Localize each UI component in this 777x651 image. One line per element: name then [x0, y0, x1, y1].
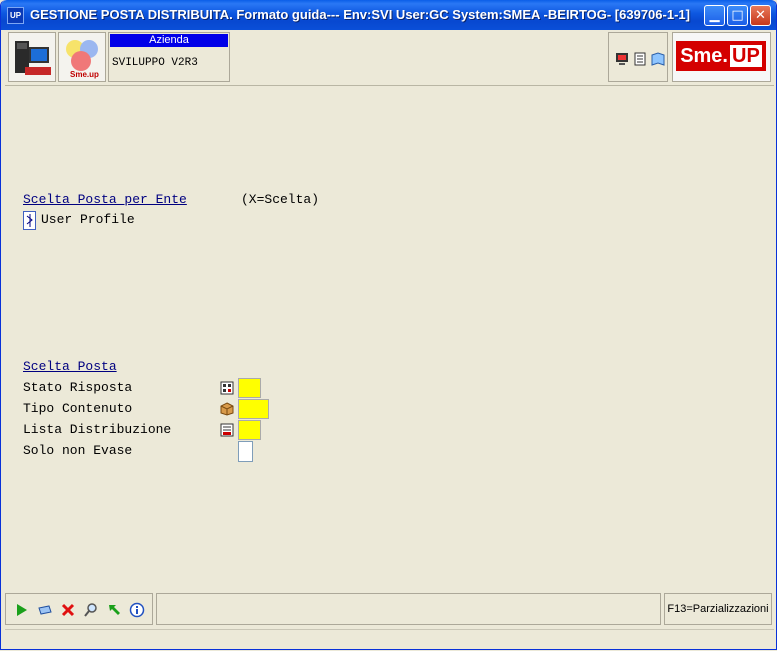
- brand-right: UP: [730, 45, 762, 67]
- list-icon[interactable]: [220, 423, 234, 437]
- top-toolbar: Sme.up Azienda SVILUPPO V2R3 Sme. UP: [5, 31, 774, 86]
- azienda-value: SVILUPPO V2R3: [112, 57, 198, 69]
- solo-non-evase-label: Solo non Evase: [23, 443, 133, 458]
- bottom-bar: [5, 629, 774, 646]
- section-title-ente: Scelta Posta per Ente: [23, 192, 187, 207]
- section-title-posta: Scelta Posta: [23, 359, 117, 374]
- play-icon[interactable]: [14, 602, 30, 618]
- status-message-area: [156, 593, 661, 625]
- azienda-label: Azienda: [110, 34, 228, 47]
- brand-left: Sme.: [680, 45, 728, 67]
- smeup-logo: Sme. UP: [676, 41, 766, 71]
- window-title: GESTIONE POSTA DISTRIBUITA. Formato guid…: [30, 7, 690, 22]
- stato-risposta-field[interactable]: [238, 378, 261, 398]
- logo-small-text: Sme.up: [70, 70, 99, 79]
- application-window: UP GESTIONE POSTA DISTRIBUITA. Formato g…: [0, 0, 777, 650]
- back-arrow-icon[interactable]: [106, 602, 122, 618]
- smeup-brand-box: Sme. UP: [672, 32, 771, 82]
- function-key-f13[interactable]: F13=Parzializzazioni: [664, 593, 772, 625]
- right-tools-group: [608, 32, 668, 82]
- solo-non-evase-field[interactable]: [238, 441, 253, 462]
- azienda-box: Azienda SVILUPPO V2R3: [108, 32, 230, 82]
- search-icon[interactable]: [83, 602, 99, 618]
- lista-distribuzione-field[interactable]: [238, 420, 261, 440]
- smeup-gear-logo-icon[interactable]: Sme.up: [58, 32, 106, 82]
- user-profile-label: User Profile: [41, 212, 135, 227]
- info-icon[interactable]: [129, 602, 145, 618]
- tipo-contenuto-field[interactable]: [238, 399, 269, 419]
- window-icon[interactable]: [37, 602, 53, 618]
- selection-hint: (X=Scelta): [241, 192, 320, 207]
- minimize-button[interactable]: ▁: [704, 5, 725, 26]
- app-logo-icon: UP: [7, 7, 24, 24]
- stato-risposta-label: Stato Risposta: [23, 380, 133, 395]
- package-icon[interactable]: [220, 402, 234, 416]
- computer-icon[interactable]: [615, 52, 629, 66]
- user-profile-selector-icon: [26, 214, 33, 227]
- document-icon[interactable]: [633, 52, 647, 66]
- system-terminal-icon[interactable]: [8, 32, 56, 82]
- cancel-icon[interactable]: [60, 602, 76, 618]
- title-bar[interactable]: UP GESTIONE POSTA DISTRIBUITA. Formato g…: [1, 0, 776, 30]
- maximize-button[interactable]: □: [727, 5, 748, 26]
- table-icon[interactable]: [220, 381, 234, 395]
- tipo-contenuto-label: Tipo Contenuto: [23, 401, 133, 416]
- book-icon[interactable]: [651, 52, 665, 66]
- close-button[interactable]: ✕: [750, 5, 771, 26]
- user-profile-selector[interactable]: [23, 211, 36, 230]
- lista-distribuzione-label: Lista Distribuzione: [23, 422, 172, 437]
- status-bar: F13=Parzializzazioni: [5, 591, 774, 627]
- action-buttons: [5, 593, 153, 625]
